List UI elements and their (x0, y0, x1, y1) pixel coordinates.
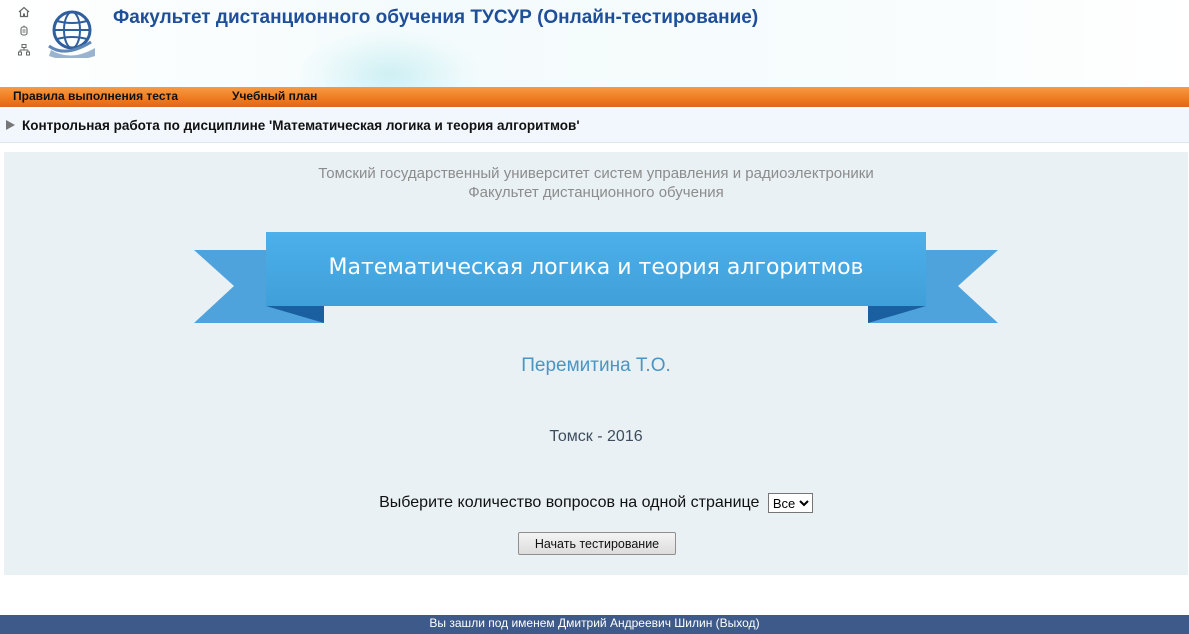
menu-item-study-plan[interactable]: Учебный план (232, 89, 317, 103)
contact-icon[interactable] (17, 24, 31, 38)
start-test-button[interactable]: Начать тестирование (518, 532, 676, 555)
university-name: Томский государственный университет сист… (318, 165, 874, 182)
user-status-footer: Вы зашли под именем Дмитрий Андреевич Ши… (0, 615, 1189, 634)
site-header: Факультет дистанционного обучения ТУСУР … (0, 0, 1189, 87)
globe-logo (48, 10, 95, 58)
breadcrumb: Контрольная работа по дисциплине 'Матема… (0, 109, 1189, 143)
city-year: Томск - 2016 (549, 428, 643, 445)
triangle-right-icon (6, 120, 15, 130)
logged-in-suffix: ) (755, 616, 760, 630)
test-start-panel: Томский государственный университет сист… (4, 152, 1188, 575)
header-quick-icons (17, 5, 31, 62)
faculty-name: Факультет дистанционного обучения (468, 184, 724, 201)
site-title: Факультет дистанционного обучения ТУСУР … (113, 7, 759, 28)
main-menu: Правила выполнения теста Учебный план (0, 87, 1189, 107)
logged-in-as-text: Вы зашли под именем Дмитрий Андреевич Ши… (429, 616, 720, 630)
header-decoration (300, 30, 480, 87)
course-title: Математическая логика и теория алгоритмо… (328, 255, 864, 280)
author-name: Перемитина Т.О. (521, 355, 671, 376)
questions-per-page-select[interactable]: Все (767, 493, 813, 513)
menu-item-test-rules[interactable]: Правила выполнения теста (13, 89, 178, 103)
questions-per-page-label: Выберите количество вопросов на одной ст… (379, 494, 760, 512)
breadcrumb-text: Контрольная работа по дисциплине 'Матема… (22, 118, 580, 133)
questions-per-page-row: Выберите количество вопросов на одной ст… (4, 493, 1188, 513)
sitemap-icon[interactable] (17, 43, 31, 57)
home-icon[interactable] (17, 5, 31, 19)
logout-link[interactable]: Выход (720, 616, 756, 630)
